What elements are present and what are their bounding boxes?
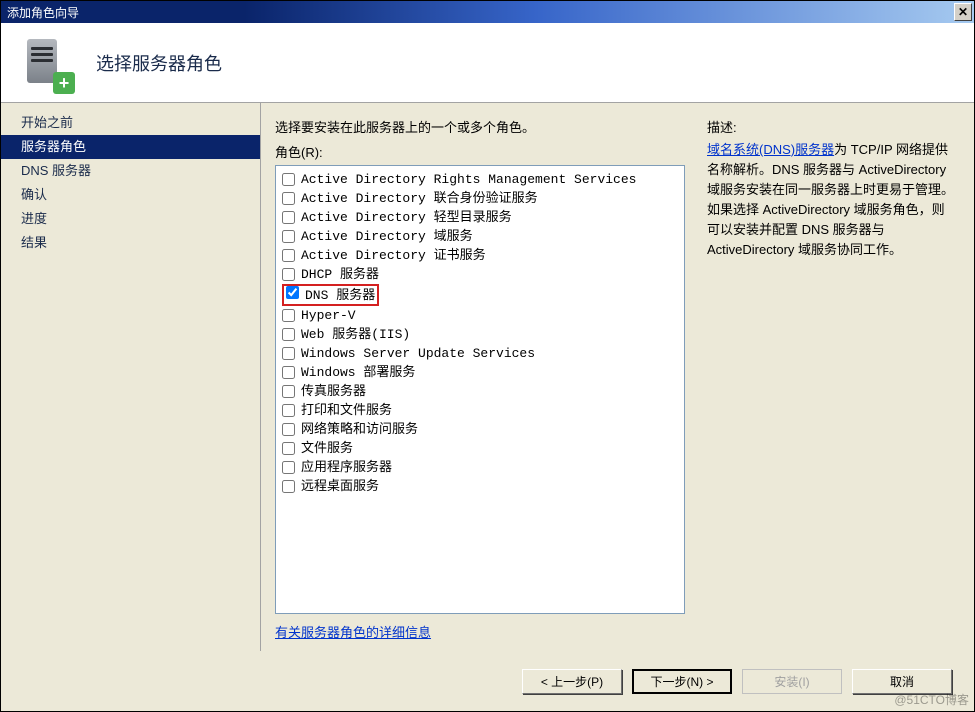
role-label: 应用程序服务器 (301, 459, 392, 476)
window-title: 添加角色向导 (7, 4, 79, 21)
sidebar-step[interactable]: DNS 服务器 (1, 159, 260, 183)
wizard-steps-sidebar: 开始之前服务器角色DNS 服务器确认进度结果 (1, 103, 261, 651)
body-area: 开始之前服务器角色DNS 服务器确认进度结果 选择要安装在此服务器上的一个或多个… (1, 103, 974, 651)
role-label: Active Directory 域服务 (301, 228, 473, 245)
role-checkbox[interactable] (282, 268, 295, 281)
role-item[interactable]: Active Directory 域服务 (282, 227, 678, 246)
server-add-icon: + (21, 35, 71, 90)
role-checkbox[interactable] (282, 249, 295, 262)
role-label: Active Directory Rights Management Servi… (301, 171, 636, 188)
role-item[interactable]: 远程桌面服务 (282, 477, 678, 496)
close-icon: ✕ (958, 5, 968, 19)
role-checkbox[interactable] (282, 211, 295, 224)
role-checkbox[interactable] (282, 328, 295, 341)
content-top: 选择要安装在此服务器上的一个或多个角色。 角色(R): Active Direc… (275, 117, 954, 641)
role-checkbox[interactable] (282, 404, 295, 417)
role-item[interactable]: 传真服务器 (282, 382, 678, 401)
role-item[interactable]: Windows 部署服务 (282, 363, 678, 382)
titlebar: 添加角色向导 ✕ (1, 1, 974, 23)
role-label: 文件服务 (301, 440, 353, 457)
role-label: 远程桌面服务 (301, 478, 379, 495)
role-label: DNS 服务器 (305, 288, 375, 303)
role-checkbox[interactable] (282, 173, 295, 186)
roles-column: 选择要安装在此服务器上的一个或多个角色。 角色(R): Active Direc… (275, 117, 685, 641)
role-checkbox[interactable] (282, 461, 295, 474)
sidebar-step[interactable]: 服务器角色 (1, 135, 260, 159)
close-button[interactable]: ✕ (954, 3, 972, 21)
roles-listbox[interactable]: Active Directory Rights Management Servi… (275, 165, 685, 614)
role-item[interactable]: 打印和文件服务 (282, 401, 678, 420)
description-body: 为 TCP/IP 网络提供名称解析。DNS 服务器与 ActiveDirecto… (707, 142, 954, 257)
role-checkbox[interactable] (282, 366, 295, 379)
header-panel: + 选择服务器角色 (1, 23, 974, 103)
role-checkbox[interactable] (282, 230, 295, 243)
sidebar-step[interactable]: 进度 (1, 207, 260, 231)
role-label: Windows 部署服务 (301, 364, 415, 381)
role-item[interactable]: Windows Server Update Services (282, 344, 678, 363)
sidebar-step[interactable]: 结果 (1, 231, 260, 255)
role-item[interactable]: Active Directory Rights Management Servi… (282, 170, 678, 189)
role-label: Active Directory 轻型目录服务 (301, 209, 512, 226)
role-item[interactable]: Active Directory 轻型目录服务 (282, 208, 678, 227)
role-label: Windows Server Update Services (301, 345, 535, 362)
role-label: 打印和文件服务 (301, 402, 392, 419)
role-label: Web 服务器(IIS) (301, 326, 410, 343)
content-panel: 选择要安装在此服务器上的一个或多个角色。 角色(R): Active Direc… (261, 103, 974, 651)
role-checkbox[interactable] (282, 423, 295, 436)
next-button[interactable]: 下一步(N) > (632, 669, 732, 694)
role-checkbox[interactable] (282, 347, 295, 360)
wizard-window: 添加角色向导 ✕ + 选择服务器角色 开始之前服务器角色DNS 服务器确认进度结… (0, 0, 975, 712)
sidebar-step[interactable]: 开始之前 (1, 111, 260, 135)
role-item[interactable]: Active Directory 证书服务 (282, 246, 678, 265)
role-checkbox[interactable] (282, 309, 295, 322)
role-item[interactable]: Web 服务器(IIS) (282, 325, 678, 344)
role-label: Active Directory 证书服务 (301, 247, 486, 264)
role-checkbox[interactable] (282, 192, 295, 205)
role-checkbox[interactable] (282, 385, 295, 398)
role-item[interactable]: Hyper-V (282, 306, 678, 325)
role-item[interactable]: DNS 服务器 (282, 284, 678, 306)
role-label: Active Directory 联合身份验证服务 (301, 190, 538, 207)
role-checkbox[interactable] (282, 480, 295, 493)
description-link[interactable]: 域名系统(DNS)服务器 (707, 142, 834, 157)
install-button: 安装(I) (742, 669, 842, 694)
instruction-text: 选择要安装在此服务器上的一个或多个角色。 (275, 117, 685, 136)
role-item[interactable]: 网络策略和访问服务 (282, 420, 678, 439)
cancel-button[interactable]: 取消 (852, 669, 952, 694)
footer-buttons: < 上一步(P) 下一步(N) > 安装(I) 取消 (1, 651, 974, 711)
roles-label: 角色(R): (275, 142, 685, 161)
role-label: 网络策略和访问服务 (301, 421, 418, 438)
role-checkbox[interactable] (282, 442, 295, 455)
role-item[interactable]: 文件服务 (282, 439, 678, 458)
description-text: 域名系统(DNS)服务器为 TCP/IP 网络提供名称解析。DNS 服务器与 A… (707, 140, 954, 260)
description-heading: 描述: (707, 117, 954, 136)
role-label: Hyper-V (301, 307, 356, 324)
role-label: DHCP 服务器 (301, 266, 379, 283)
previous-button[interactable]: < 上一步(P) (522, 669, 622, 694)
description-column: 描述: 域名系统(DNS)服务器为 TCP/IP 网络提供名称解析。DNS 服务… (707, 117, 954, 641)
role-label: 传真服务器 (301, 383, 366, 400)
role-item[interactable]: 应用程序服务器 (282, 458, 678, 477)
page-title: 选择服务器角色 (96, 50, 222, 76)
role-item[interactable]: DHCP 服务器 (282, 265, 678, 284)
role-item[interactable]: Active Directory 联合身份验证服务 (282, 189, 678, 208)
more-info-link[interactable]: 有关服务器角色的详细信息 (275, 622, 685, 641)
sidebar-step[interactable]: 确认 (1, 183, 260, 207)
role-checkbox[interactable] (286, 286, 299, 299)
